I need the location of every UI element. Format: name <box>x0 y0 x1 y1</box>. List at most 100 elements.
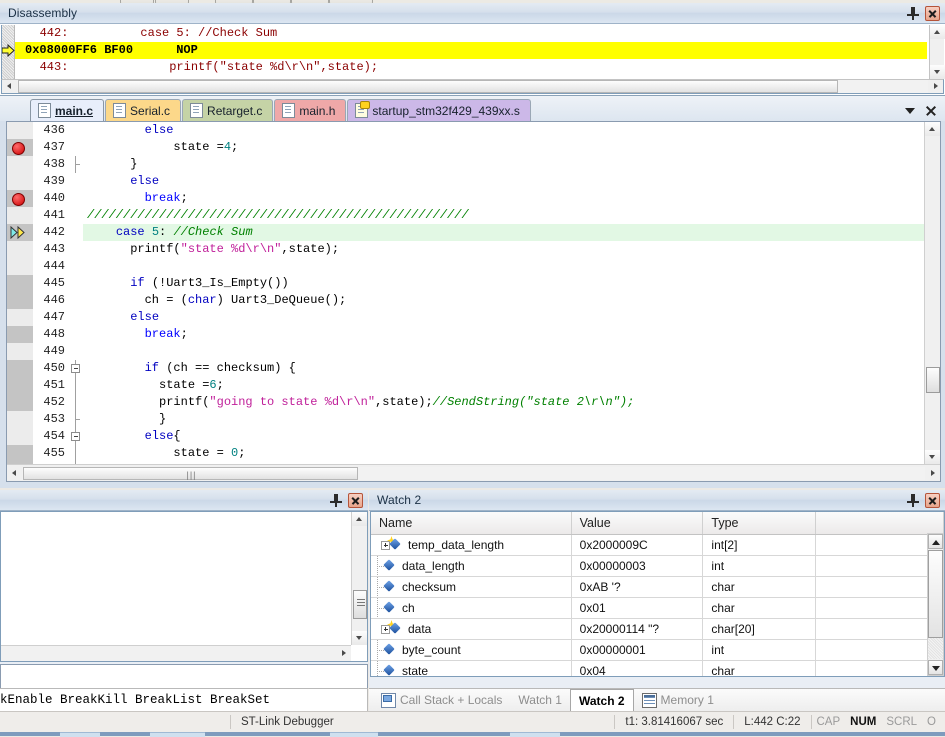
breakpoint-cell[interactable] <box>7 156 33 173</box>
code-line[interactable]: } <box>83 411 924 428</box>
fold-cell[interactable] <box>69 445 83 462</box>
fold-cell[interactable] <box>69 156 83 173</box>
code-line[interactable] <box>83 258 924 275</box>
watch2-cell-name[interactable]: temp_data_length <box>371 535 572 555</box>
fold-cell[interactable] <box>69 275 83 292</box>
breakpoint-cell[interactable] <box>7 428 33 445</box>
fold-cell[interactable] <box>69 139 83 156</box>
fold-cell[interactable] <box>69 326 83 343</box>
watch2-grid[interactable]: NameValueType temp_data_length0x2000009C… <box>370 511 945 677</box>
breakpoint-cell[interactable] <box>7 122 33 139</box>
fold-cell[interactable] <box>69 411 83 428</box>
breakpoint-margin[interactable] <box>7 122 33 464</box>
command-vscrollbar[interactable] <box>351 512 367 645</box>
vscroll-thumb[interactable] <box>926 367 940 393</box>
pin-icon[interactable] <box>329 493 343 507</box>
fold-cell[interactable] <box>69 258 83 275</box>
fold-cell[interactable] <box>69 309 83 326</box>
code-line[interactable]: else{ <box>83 428 924 445</box>
fold-collapse-icon[interactable] <box>71 364 80 373</box>
fold-cell[interactable] <box>69 190 83 207</box>
watch2-cell-value[interactable]: 0xAB '? <box>572 577 704 597</box>
breakpoint-cell[interactable] <box>7 224 33 241</box>
code-line[interactable]: state =4; <box>83 139 924 156</box>
debug-tab-call-stack---locals[interactable]: Call Stack + Locals <box>373 690 510 711</box>
watch2-row[interactable]: ch0x01char <box>371 598 944 619</box>
fold-cell[interactable] <box>69 224 83 241</box>
scroll-down-icon[interactable] <box>925 450 940 464</box>
debug-tab-watch-1[interactable]: Watch 1 <box>510 690 570 711</box>
watch2-column-header[interactable]: Name <box>371 512 572 534</box>
fold-cell[interactable] <box>69 377 83 394</box>
vscroll-thumb[interactable] <box>353 590 367 619</box>
editor-tab-main-h[interactable]: main.h <box>274 99 346 121</box>
watch2-cell-value[interactable]: 0x00000001 <box>572 640 704 660</box>
editor-tab-startup-stm32f429-439xx-s[interactable]: startup_stm32f429_439xx.s <box>347 99 530 121</box>
breakpoint-cell[interactable] <box>7 411 33 428</box>
code-line[interactable]: state = 0; <box>83 445 924 462</box>
watch2-cell-name[interactable]: data <box>371 619 572 639</box>
watch2-cell-name[interactable]: data_length <box>371 556 572 576</box>
scroll-right-icon[interactable] <box>928 80 943 93</box>
vscroll-track[interactable] <box>928 638 943 659</box>
disassembly-line[interactable]: 443: printf("state %d\r\n",state); <box>15 59 927 76</box>
code-folding-margin[interactable] <box>69 122 83 464</box>
fold-collapse-icon[interactable] <box>71 432 80 441</box>
disassembly-hscrollbar[interactable] <box>1 79 944 94</box>
code-line[interactable]: else <box>83 122 924 139</box>
editor-hscrollbar[interactable]: ||| <box>7 464 940 481</box>
pin-icon[interactable] <box>906 6 920 20</box>
expand-icon[interactable] <box>381 625 390 634</box>
breakpoint-cell[interactable] <box>7 309 33 326</box>
code-line[interactable]: break; <box>83 190 924 207</box>
hscroll-thumb[interactable]: ||| <box>23 467 358 480</box>
watch2-vscrollbar[interactable] <box>927 533 944 676</box>
watch2-cell-value[interactable]: 0x04 <box>572 661 704 677</box>
watch2-row[interactable]: data_length0x00000003int <box>371 556 944 577</box>
watch2-cell-name[interactable]: ch <box>371 598 572 618</box>
breakpoint-cell[interactable] <box>7 275 33 292</box>
breakpoint-cell[interactable] <box>7 343 33 360</box>
disassembly-line[interactable]: 442: case 5: //Check Sum <box>15 25 927 42</box>
pin-icon[interactable] <box>906 493 920 507</box>
disassembly-line[interactable]: 0x08000FF6 BF00 NOP <box>15 42 927 59</box>
code-line[interactable]: case 5: //Check Sum <box>83 224 924 241</box>
fold-cell[interactable] <box>69 343 83 360</box>
hscroll-track[interactable] <box>17 80 928 93</box>
breakpoint-cell[interactable] <box>7 173 33 190</box>
debug-tab-watch-2[interactable]: Watch 2 <box>570 689 634 711</box>
watch2-cell-value[interactable]: 0x20000114 "? <box>572 619 704 639</box>
watch2-cell-name[interactable]: byte_count <box>371 640 572 660</box>
scroll-left-icon[interactable] <box>2 80 17 93</box>
scroll-down-icon[interactable] <box>930 65 945 79</box>
watch2-cell-name[interactable]: checksum <box>371 577 572 597</box>
scroll-down-icon[interactable] <box>928 660 943 675</box>
debug-tab-memory-1[interactable]: Memory 1 <box>634 690 722 711</box>
scroll-right-icon[interactable] <box>336 647 351 660</box>
fold-cell[interactable] <box>69 292 83 309</box>
editor-tab-retarget-c[interactable]: Retarget.c <box>182 99 273 121</box>
fold-cell[interactable] <box>69 428 83 445</box>
breakpoint-icon[interactable] <box>12 142 25 155</box>
code-line[interactable]: if (!Uart3_Is_Empty()) <box>83 275 924 292</box>
scroll-down-icon[interactable] <box>352 631 367 645</box>
scroll-up-icon[interactable] <box>352 512 367 526</box>
fold-cell[interactable] <box>69 122 83 139</box>
breakpoint-cell[interactable] <box>7 139 33 156</box>
code-line[interactable]: state =6; <box>83 377 924 394</box>
code-line[interactable]: ch = (char) Uart3_DeQueue(); <box>83 292 924 309</box>
scroll-up-icon[interactable] <box>925 122 940 136</box>
hscroll-track[interactable]: ||| <box>22 467 925 480</box>
code-line[interactable]: if (ch == checksum) { <box>83 360 924 377</box>
breakpoint-cell[interactable] <box>7 241 33 258</box>
breakpoint-cell[interactable] <box>7 360 33 377</box>
scroll-up-icon[interactable] <box>930 25 945 39</box>
watch2-row[interactable]: byte_count0x00000001int <box>371 640 944 661</box>
watch2-row[interactable]: checksum0xAB '?char <box>371 577 944 598</box>
scroll-right-icon[interactable] <box>925 467 940 480</box>
vscroll-thumb[interactable] <box>928 550 943 638</box>
code-line[interactable]: printf("state %d\r\n",state); <box>83 241 924 258</box>
code-line[interactable]: else <box>83 173 924 190</box>
editor-tab-main-c[interactable]: main.c <box>30 99 104 121</box>
command-output[interactable] <box>0 511 368 662</box>
